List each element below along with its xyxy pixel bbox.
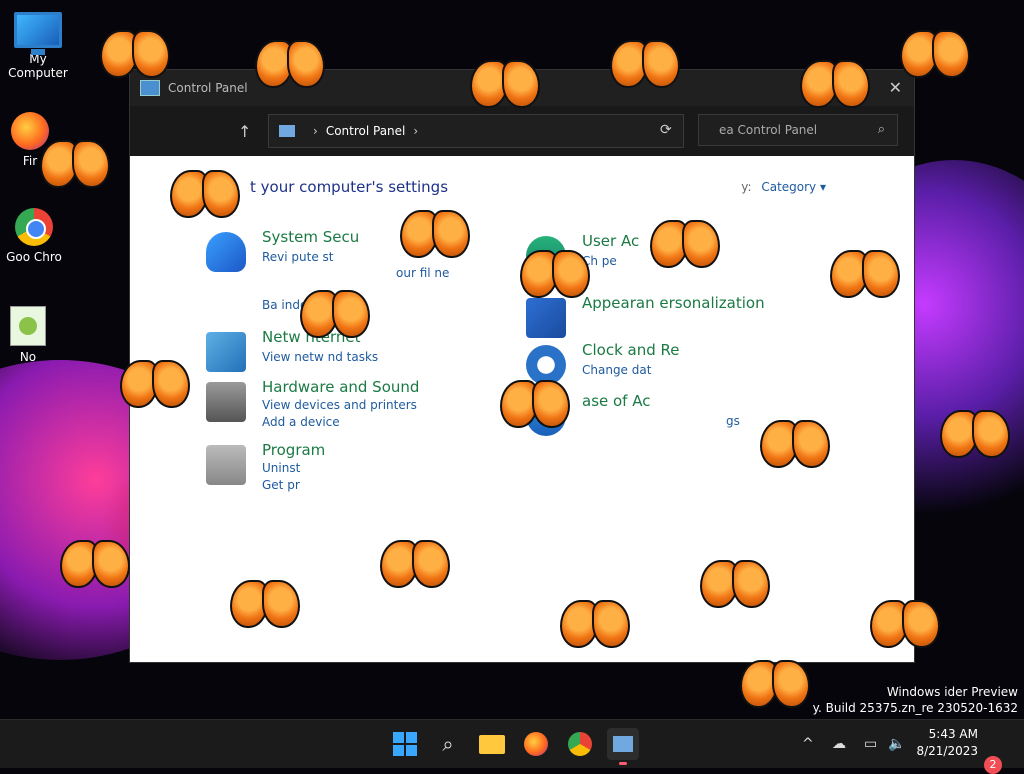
accessibility-icon: [526, 396, 566, 436]
category-link[interactable]: Change dat: [582, 363, 651, 377]
printer-icon: [206, 382, 246, 422]
control-panel-icon: [279, 125, 295, 137]
category-title[interactable]: Appearan ersonalization: [582, 294, 765, 312]
file-explorer-icon[interactable]: [476, 728, 508, 760]
firefox-icon: [11, 112, 49, 150]
close-icon[interactable]: ✕: [889, 78, 902, 97]
category-link[interactable]: View netw nd tasks: [262, 350, 378, 364]
start-button[interactable]: [389, 728, 421, 760]
refresh-icon[interactable]: ⟳: [660, 122, 672, 138]
notification-badge[interactable]: 2: [984, 756, 1002, 774]
volume-icon[interactable]: 🔈: [888, 720, 905, 768]
desktop-icon-chrome[interactable]: Goo Chro: [0, 208, 72, 264]
chevron-up-icon[interactable]: ^: [802, 720, 814, 768]
category-title[interactable]: User Ac: [582, 232, 639, 250]
desktop-icon-label: Fir: [22, 154, 38, 168]
watermark-line: y. Build 25375.zn_re 230520-1632: [812, 701, 1018, 715]
desktop-icon-label: No: [19, 350, 37, 364]
category-title[interactable]: System Secu: [262, 228, 359, 246]
page-heading: t your computer's settings: [250, 178, 449, 196]
appearance-icon: [526, 298, 566, 338]
network-icon[interactable]: ▭: [864, 720, 877, 768]
desktop-icon-label: Goo Chro: [6, 250, 62, 264]
control-panel-taskbar-icon[interactable]: [607, 728, 639, 765]
breadcrumb-separator[interactable]: ›: [413, 124, 418, 138]
category-link[interactable]: Revi pute st: [262, 250, 334, 264]
clock-icon: [526, 345, 566, 385]
category-link[interactable]: Add a device: [262, 415, 340, 429]
control-panel-window: Control Panel ✕ ↑ › Control Panel › ⟳ ea…: [130, 70, 914, 662]
category-link[interactable]: Uninst: [262, 461, 300, 475]
cloud-icon[interactable]: ☁: [832, 720, 846, 768]
category-link[interactable]: our fil ne: [396, 266, 449, 280]
window-title: Control Panel: [168, 81, 248, 95]
control-panel-icon: [140, 80, 160, 96]
window-titlebar[interactable]: Control Panel ✕: [130, 70, 914, 106]
desktop-icon-firefox[interactable]: Fir: [0, 112, 68, 168]
category-link[interactable]: View devices and printers: [262, 398, 417, 412]
breadcrumb-separator: ›: [313, 124, 318, 138]
category-title[interactable]: Hardware and Sound: [262, 378, 419, 396]
category-link[interactable]: Get pr: [262, 478, 300, 492]
category-title[interactable]: Program: [262, 441, 325, 459]
desktop-icon-notepad-plus[interactable]: No: [0, 306, 66, 364]
desktop-icon-my-computer[interactable]: My Computer: [0, 12, 76, 80]
address-bar[interactable]: › Control Panel ›: [268, 114, 684, 148]
chrome-taskbar-icon[interactable]: [564, 728, 596, 760]
programs-icon: [206, 445, 246, 485]
view-by-label: y:: [741, 180, 752, 194]
shield-icon: [206, 232, 246, 272]
view-by: y: Category ▾: [741, 180, 826, 194]
breadcrumb-control-panel[interactable]: Control Panel: [326, 124, 406, 138]
search-placeholder: ea Control Panel: [719, 123, 818, 137]
search-icon: ⌕: [877, 122, 885, 137]
firefox-taskbar-icon[interactable]: [520, 728, 552, 760]
category-link[interactable]: gs: [726, 414, 740, 428]
users-icon: [526, 236, 566, 276]
view-by-dropdown[interactable]: Category ▾: [761, 180, 826, 194]
category-title[interactable]: ase of Ac: [582, 392, 650, 410]
build-watermark: Windows ider Preview y. Build 25375.zn_r…: [813, 684, 1018, 716]
monitor-icon: [14, 12, 62, 55]
chrome-icon: [15, 208, 53, 246]
up-arrow-icon[interactable]: ↑: [238, 122, 251, 141]
category-link[interactable]: Ch pe: [582, 254, 617, 268]
taskbar-search-icon[interactable]: ⌕: [432, 728, 464, 760]
system-clock[interactable]: 5:43 AM 8/21/2023: [916, 726, 978, 760]
clock-time: 5:43 AM: [928, 727, 978, 741]
control-panel-content: t your computer's settings y: Category ▾…: [130, 156, 914, 662]
desktop-icon-label: My Computer: [8, 52, 68, 80]
clock-date: 8/21/2023: [916, 744, 978, 758]
network-icon: [206, 332, 246, 372]
taskbar: ⌕ ^ ☁ ▭ 🔈 5:43 AM 8/21/2023 2: [0, 719, 1024, 774]
category-title[interactable]: Netw nternet: [262, 328, 361, 346]
navigation-bar: ↑ › Control Panel › ⟳ ea Control Panel ⌕: [130, 106, 914, 156]
search-box[interactable]: ea Control Panel ⌕: [698, 114, 898, 146]
category-link[interactable]: Ba indows 7): [262, 298, 340, 312]
watermark-line: Windows ider Preview: [886, 685, 1018, 699]
category-title[interactable]: Clock and Re: [582, 341, 680, 359]
notepad-plus-icon: [10, 306, 46, 346]
